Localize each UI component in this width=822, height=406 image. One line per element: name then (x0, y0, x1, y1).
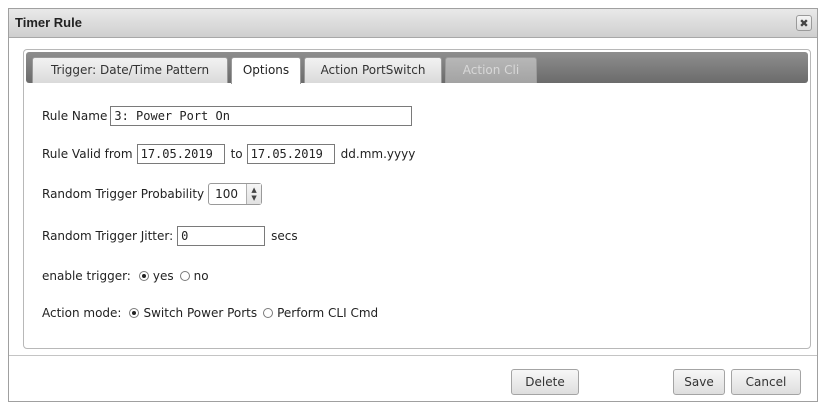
enable-no-label[interactable]: no (194, 269, 209, 283)
action-switch-ports-radio[interactable] (129, 308, 140, 318)
probability-value[interactable]: 100 (209, 187, 246, 201)
valid-from-input[interactable] (136, 144, 225, 164)
rule-name-row: Rule Name (42, 106, 413, 126)
valid-to-input[interactable] (246, 144, 335, 164)
tab-options[interactable]: Options (231, 57, 301, 84)
tabs-panel: Trigger: Date/Time Pattern Options Actio… (23, 49, 811, 349)
spinner-down-icon[interactable]: ▼ (251, 194, 256, 202)
action-cli-label[interactable]: Perform CLI Cmd (277, 306, 378, 320)
save-button[interactable]: Save (673, 369, 725, 395)
rule-valid-from-label: Rule Valid from (42, 147, 133, 161)
action-switch-ports-label[interactable]: Switch Power Ports (143, 306, 257, 320)
delete-button[interactable]: Delete (511, 369, 579, 395)
cancel-button[interactable]: Cancel (731, 369, 801, 395)
enable-trigger-row: enable trigger: yes no (42, 269, 209, 283)
close-icon[interactable]: ✖ (796, 15, 812, 31)
action-mode-label: Action mode: (42, 306, 122, 320)
jitter-label: Random Trigger Jitter: (42, 229, 174, 243)
jitter-input[interactable] (177, 226, 266, 246)
enable-trigger-label: enable trigger: (42, 269, 131, 283)
jitter-row: Random Trigger Jitter: secs (42, 226, 298, 246)
tab-trigger-date-time-pattern[interactable]: Trigger: Date/Time Pattern (32, 57, 228, 83)
rule-name-label: Rule Name (42, 109, 108, 123)
dialog-title: Timer Rule (15, 15, 82, 30)
rule-valid-row: Rule Valid from to dd.mm.yyyy (42, 144, 415, 164)
probability-row: Random Trigger Probability 100 ▲ ▼ (42, 183, 263, 205)
enable-yes-radio[interactable] (138, 271, 149, 281)
enable-yes-label[interactable]: yes (153, 269, 174, 283)
valid-to-label: to (230, 147, 243, 161)
spinner-up-icon[interactable]: ▲ (251, 186, 256, 194)
enable-no-radio[interactable] (179, 271, 190, 281)
footer-divider (9, 355, 817, 356)
rule-name-input[interactable] (110, 106, 413, 126)
spinner-arrows: ▲ ▼ (246, 184, 262, 204)
jitter-unit: secs (271, 229, 298, 243)
tab-action-cli: Action Cli (445, 57, 537, 83)
date-format-hint: dd.mm.yyyy (340, 147, 416, 161)
tab-strip: Trigger: Date/Time Pattern Options Actio… (26, 52, 808, 84)
action-cli-radio[interactable] (263, 308, 274, 318)
dialog-titlebar[interactable]: Timer Rule ✖ (9, 9, 817, 38)
action-mode-row: Action mode: Switch Power Ports Perform … (42, 306, 378, 320)
probability-label: Random Trigger Probability (42, 187, 205, 201)
probability-spinner[interactable]: 100 ▲ ▼ (208, 183, 263, 205)
tab-action-portswitch[interactable]: Action PortSwitch (304, 57, 442, 83)
timer-rule-dialog: Timer Rule ✖ Trigger: Date/Time Pattern … (8, 8, 818, 402)
